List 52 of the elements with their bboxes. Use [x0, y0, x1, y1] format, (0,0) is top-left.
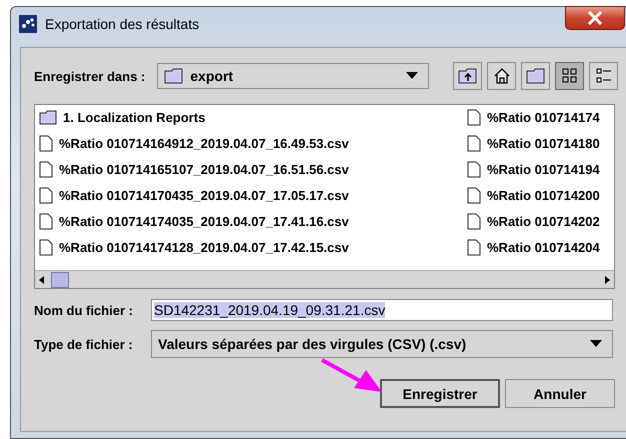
caret-icon	[590, 340, 602, 348]
close-button[interactable]	[565, 6, 625, 30]
file-icon	[39, 239, 53, 256]
file-type-dropdown[interactable]: Valeurs séparées par des virgules (CSV) (.csv)	[151, 330, 613, 358]
file-name-label: Nom du fichier :	[34, 302, 134, 318]
folder-icon	[39, 110, 57, 125]
save-button[interactable]: Enregistrer	[380, 379, 500, 408]
file-icon	[467, 135, 481, 152]
file-type-label: Type de fichier :	[34, 336, 134, 352]
file-icon	[39, 135, 53, 152]
file-item[interactable]: %Ratio 010714204	[467, 238, 614, 257]
folder-up-icon	[458, 67, 478, 85]
save-in-label: Enregistrer dans :	[34, 68, 146, 84]
close-icon	[587, 11, 603, 25]
details-view-button[interactable]	[589, 62, 618, 90]
window-title: Exportation des résultats	[45, 16, 200, 32]
folder-dropdown[interactable]: export	[157, 63, 430, 89]
file-item[interactable]: %Ratio 010714200	[467, 186, 614, 205]
details-view-icon	[596, 68, 612, 84]
folder-icon	[526, 68, 546, 84]
app-icon	[19, 15, 37, 33]
file-item[interactable]: %Ratio 010714202	[467, 212, 614, 231]
list-view-button[interactable]	[555, 62, 584, 90]
home-button[interactable]	[487, 62, 516, 90]
pointer-arrow	[320, 358, 384, 394]
file-item[interactable]: %Ratio 010714164912_2019.04.07_16.49.53.csv	[39, 134, 467, 153]
file-name-field[interactable]: SD142231_2019.04.19_09.31.21.csv	[151, 299, 613, 321]
home-icon	[492, 67, 511, 85]
folder-item[interactable]: 1. Localization Reports	[39, 108, 467, 127]
file-icon	[39, 213, 53, 230]
file-icon	[467, 187, 481, 204]
horizontal-scrollbar[interactable]	[35, 270, 614, 288]
cancel-button[interactable]: Annuler	[505, 379, 615, 408]
new-folder-button[interactable]	[521, 62, 550, 90]
caret-icon	[406, 72, 418, 80]
file-icon	[467, 213, 481, 230]
file-icon	[39, 161, 53, 178]
file-item[interactable]: %Ratio 010714170435_2019.04.07_17.05.17.csv	[39, 186, 467, 205]
file-item[interactable]: %Ratio 010714174128_2019.04.07_17.42.15.csv	[39, 238, 467, 257]
file-item[interactable]: %Ratio 010714165107_2019.04.07_16.51.56.csv	[39, 160, 467, 179]
file-icon	[39, 187, 53, 204]
up-folder-button[interactable]	[453, 62, 482, 90]
scroll-thumb[interactable]	[51, 272, 69, 288]
file-item[interactable]: %Ratio 010714194	[467, 160, 614, 179]
file-icon	[467, 109, 481, 126]
file-icon	[467, 239, 481, 256]
file-icon	[467, 161, 481, 178]
file-item[interactable]: %Ratio 010714174	[467, 108, 614, 127]
folder-icon	[164, 68, 184, 84]
file-item[interactable]: %Ratio 010714174035_2019.04.07_17.41.16.csv	[39, 212, 467, 231]
list-view-icon	[562, 68, 578, 84]
file-item[interactable]: %Ratio 010714180	[467, 134, 614, 153]
